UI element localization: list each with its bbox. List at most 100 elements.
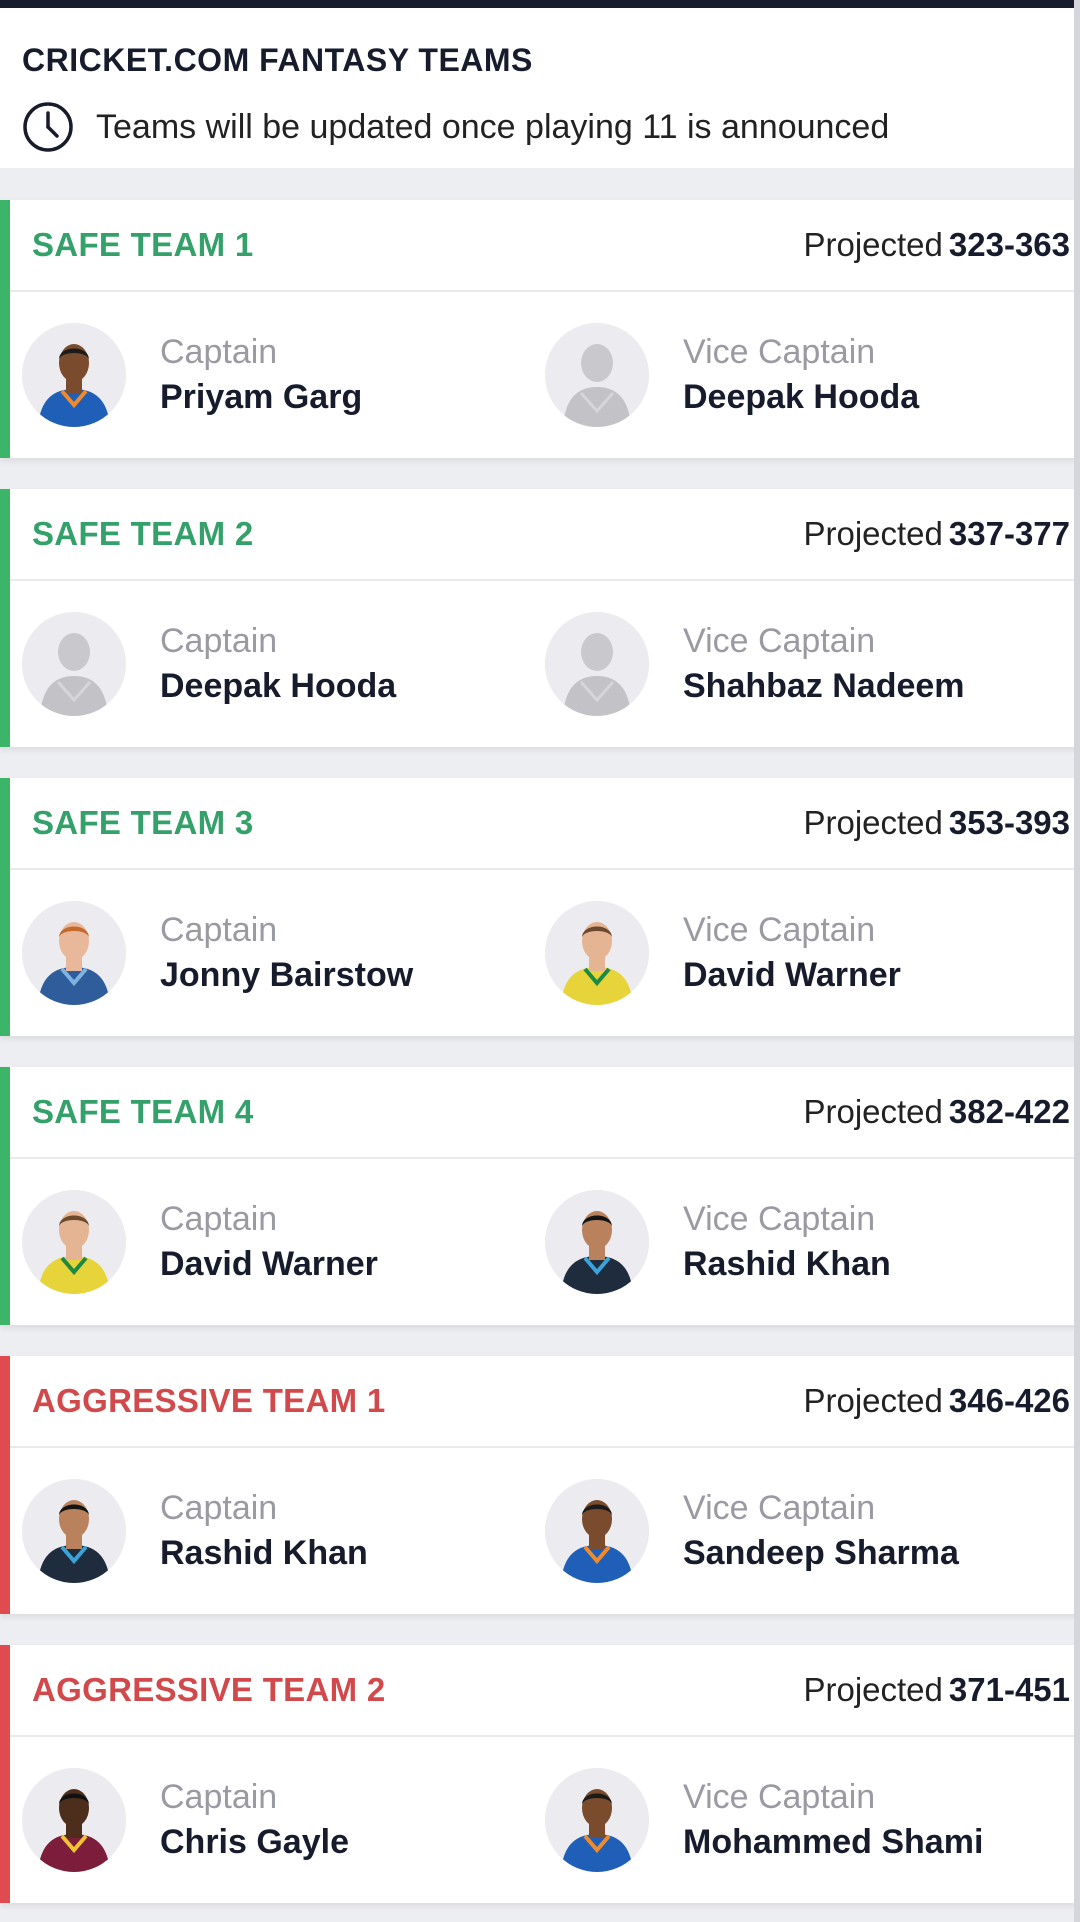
team-card-body: Captain Jonny Bairstow Vice Captain David W… (0, 870, 1080, 1036)
vice-captain-info: Vice Captain Mohammed Shami (683, 1775, 983, 1865)
projected-points: Projected 382-422 (803, 1093, 1070, 1131)
captain-slot[interactable]: Captain Jonny Bairstow (22, 901, 545, 1005)
projected-points: Projected 323-363 (803, 226, 1070, 264)
projected-points: Projected 346-426 (803, 1382, 1070, 1420)
team-card-header: AGGRESSIVE TEAM 1 Projected 346-426 (10, 1356, 1080, 1448)
player-avatar-icon (22, 1479, 126, 1583)
vice-captain-name: Deepak Hooda (683, 378, 920, 416)
team-title: SAFE TEAM 2 (32, 515, 254, 552)
team-card-header: AGGRESSIVE TEAM 2 Projected 371-451 (10, 1645, 1080, 1737)
team-card[interactable]: SAFE TEAM 3 Projected 353-393 Captain Jonny … (0, 778, 1080, 1036)
team-card-header: SAFE TEAM 3 Projected 353-393 (10, 778, 1080, 870)
player-avatar-icon (22, 323, 126, 427)
projected-points: Projected 353-393 (803, 804, 1070, 842)
captain-role-label: Captain (160, 1778, 278, 1816)
captain-slot[interactable]: Captain Deepak Hooda (22, 612, 545, 716)
team-card[interactable]: SAFE TEAM 2 Projected 337-377 Captain Deepak… (0, 489, 1080, 747)
projected-label: Projected (803, 1671, 943, 1708)
team-type-accent-bar (0, 1067, 10, 1325)
captain-name: Priyam Garg (160, 378, 363, 416)
player-avatar-icon (22, 1190, 126, 1294)
projected-range: 337-377 (948, 515, 1070, 552)
vice-captain-info: Vice Captain David Warner (683, 908, 901, 998)
captain-slot[interactable]: Captain Chris Gayle (22, 1768, 545, 1872)
team-card[interactable]: SAFE TEAM 4 Projected 382-422 Captain David … (0, 1067, 1080, 1325)
projected-label: Projected (803, 1382, 943, 1419)
team-card[interactable]: AGGRESSIVE TEAM 1 Projected 346-426 Captain… (0, 1356, 1080, 1614)
player-avatar-icon (22, 612, 126, 716)
captain-info: Captain Rashid Khan (160, 1486, 368, 1576)
vice-captain-role-label: Vice Captain (683, 333, 876, 371)
team-card-header: SAFE TEAM 4 Projected 382-422 (10, 1067, 1080, 1159)
clock-icon (22, 101, 74, 153)
vice-captain-name: Mohammed Shami (683, 1823, 984, 1861)
vice-captain-slot[interactable]: Vice Captain Shahbaz Nadeem (545, 612, 1065, 716)
vice-captain-info: Vice Captain Sandeep Sharma (683, 1486, 959, 1576)
projected-label: Projected (803, 804, 943, 841)
team-title: SAFE TEAM 1 (32, 226, 254, 263)
player-avatar-icon (545, 323, 649, 427)
player-avatar-icon (545, 1479, 649, 1583)
vice-captain-role-label: Vice Captain (683, 622, 876, 660)
projected-points: Projected 371-451 (803, 1671, 1070, 1709)
projected-range: 371-451 (948, 1671, 1070, 1708)
update-notice-text: Teams will be updated once playing 11 is… (96, 107, 890, 146)
vice-captain-role-label: Vice Captain (683, 1200, 876, 1238)
team-card[interactable]: AGGRESSIVE TEAM 2 Projected 371-451 Captain… (0, 1645, 1080, 1903)
projected-label: Projected (803, 1093, 943, 1130)
team-card-header: SAFE TEAM 1 Projected 323-363 (10, 200, 1080, 292)
player-avatar-icon (22, 1768, 126, 1872)
captain-slot[interactable]: Captain Priyam Garg (22, 323, 545, 427)
team-card-body: Captain Deepak Hooda Vice Captain Shahbaz N… (0, 581, 1080, 747)
captain-role-label: Captain (160, 1200, 278, 1238)
vice-captain-name: Shahbaz Nadeem (683, 667, 965, 705)
captain-role-label: Captain (160, 911, 278, 949)
vice-captain-name: Sandeep Sharma (683, 1534, 959, 1572)
vice-captain-slot[interactable]: Vice Captain Deepak Hooda (545, 323, 1065, 427)
team-card-body: Captain Chris Gayle Vice Captain Mohammed S… (0, 1737, 1080, 1903)
projected-label: Projected (803, 515, 943, 552)
team-type-accent-bar (0, 1645, 10, 1903)
status-bar-strip (0, 0, 1080, 8)
captain-info: Captain Deepak Hooda (160, 619, 396, 709)
team-title: SAFE TEAM 3 (32, 804, 254, 841)
team-card[interactable]: SAFE TEAM 1 Projected 323-363 Captain Priyam… (0, 200, 1080, 458)
vice-captain-info: Vice Captain Shahbaz Nadeem (683, 619, 965, 709)
projected-range: 382-422 (948, 1093, 1070, 1130)
projected-range: 346-426 (948, 1382, 1070, 1419)
player-avatar-icon (545, 901, 649, 1005)
vice-captain-slot[interactable]: Vice Captain Mohammed Shami (545, 1768, 1065, 1872)
team-type-accent-bar (0, 778, 10, 1036)
captain-info: Captain David Warner (160, 1197, 378, 1287)
player-avatar-icon (545, 1768, 649, 1872)
player-avatar-icon (545, 1190, 649, 1294)
captain-slot[interactable]: Captain Rashid Khan (22, 1479, 545, 1583)
captain-info: Captain Jonny Bairstow (160, 908, 413, 998)
team-type-accent-bar (0, 489, 10, 747)
team-card-body: Captain Rashid Khan Vice Captain Sandeep Sh… (0, 1448, 1080, 1614)
captain-name: Chris Gayle (160, 1823, 349, 1861)
team-card-header: SAFE TEAM 2 Projected 337-377 (10, 489, 1080, 581)
vice-captain-name: David Warner (683, 956, 901, 994)
scrollbar[interactable] (1074, 0, 1080, 1922)
team-type-accent-bar (0, 200, 10, 458)
player-avatar-icon (22, 901, 126, 1005)
team-list: SAFE TEAM 1 Projected 323-363 Captain Priyam… (0, 168, 1080, 1903)
projected-points: Projected 337-377 (803, 515, 1070, 553)
player-avatar-icon (545, 612, 649, 716)
team-card-body: Captain David Warner Vice Captain Rashid Kh… (0, 1159, 1080, 1325)
captain-slot[interactable]: Captain David Warner (22, 1190, 545, 1294)
team-title: SAFE TEAM 4 (32, 1093, 254, 1130)
vice-captain-slot[interactable]: Vice Captain David Warner (545, 901, 1065, 1005)
vice-captain-info: Vice Captain Rashid Khan (683, 1197, 891, 1287)
team-type-accent-bar (0, 1356, 10, 1614)
vice-captain-slot[interactable]: Vice Captain Sandeep Sharma (545, 1479, 1065, 1583)
vice-captain-slot[interactable]: Vice Captain Rashid Khan (545, 1190, 1065, 1294)
team-card-body: Captain Priyam Garg Vice Captain Deepak Hoo… (0, 292, 1080, 458)
vice-captain-role-label: Vice Captain (683, 1489, 876, 1527)
projected-range: 353-393 (948, 804, 1070, 841)
captain-role-label: Captain (160, 1489, 278, 1527)
vice-captain-role-label: Vice Captain (683, 911, 876, 949)
projected-label: Projected (803, 226, 943, 263)
captain-role-label: Captain (160, 622, 278, 660)
